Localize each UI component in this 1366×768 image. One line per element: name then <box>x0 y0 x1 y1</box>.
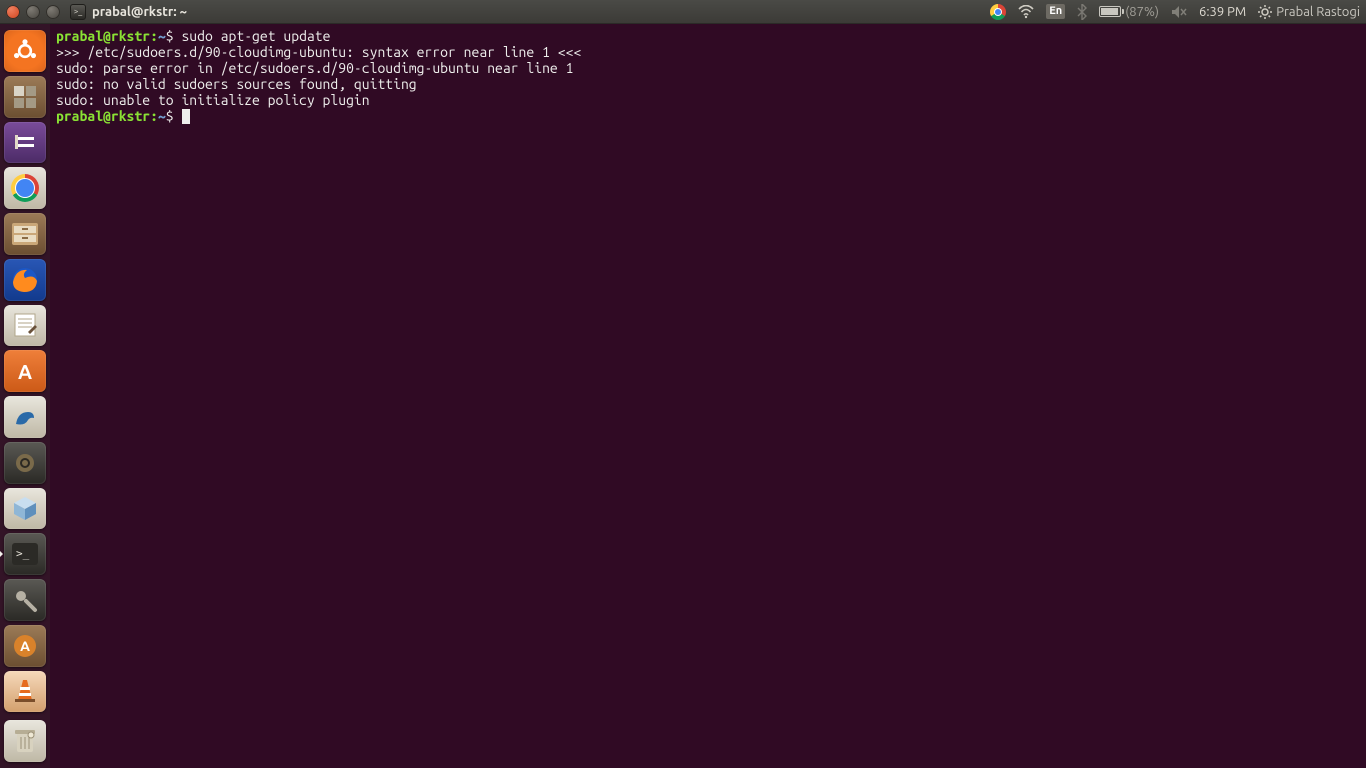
svg-text:A: A <box>20 638 30 654</box>
bluetooth-icon <box>1077 4 1087 20</box>
chrome-icon <box>11 174 39 202</box>
traffic-cone-icon <box>13 678 37 704</box>
terminal-output-line: >>> /etc/sudoers.d/90-cloudimg-ubuntu: s… <box>56 44 581 60</box>
launcher-unknown-purple-app[interactable] <box>4 122 46 164</box>
launcher-vlc[interactable] <box>4 671 46 713</box>
launcher-firefox[interactable] <box>4 259 46 301</box>
ubuntu-logo-icon <box>12 38 38 64</box>
indicator-sound[interactable] <box>1171 5 1187 19</box>
terminal-output-line: sudo: no valid sudoers sources found, qu… <box>56 76 417 92</box>
prompt-path: ~ <box>158 108 166 124</box>
window-minimize-button[interactable] <box>26 5 40 19</box>
terminal-icon: >_ <box>70 4 86 20</box>
firefox-icon <box>10 265 40 295</box>
top-panel: >_ prabal@rkstr: ~ En (87%) <box>0 0 1366 24</box>
cube-icon <box>11 494 39 522</box>
window-controls <box>6 5 60 19</box>
launcher-google-chrome[interactable] <box>4 167 46 209</box>
terminal-window[interactable]: prabal@rkstr:~$ sudo apt-get update >>> … <box>50 24 1366 768</box>
launcher-system-settings[interactable] <box>4 579 46 621</box>
indicator-keyboard[interactable]: En <box>1046 4 1065 19</box>
terminal-output-line: sudo: parse error in /etc/sudoers.d/90-c… <box>56 60 573 76</box>
cog-badge-icon <box>12 450 38 476</box>
update-icon: A <box>12 633 38 659</box>
language-badge: En <box>1046 4 1065 19</box>
launcher-workspace-switcher[interactable] <box>4 76 46 118</box>
indicator-network[interactable] <box>1018 5 1034 19</box>
launcher-mysql-workbench[interactable] <box>4 396 46 438</box>
terminal-icon: >_ <box>11 542 39 566</box>
terminal-command: sudo apt-get update <box>181 28 330 44</box>
prompt-user-host: prabal@rkstr <box>56 108 150 124</box>
unity-launcher: A >_ <box>0 24 50 768</box>
prompt-path: ~ <box>158 28 166 44</box>
indicator-clock[interactable]: 6:39 PM <box>1199 5 1246 19</box>
window-maximize-button[interactable] <box>46 5 60 19</box>
launcher-terminal[interactable]: >_ <box>4 533 46 575</box>
battery-icon <box>1099 6 1121 17</box>
launcher-text-editor[interactable] <box>4 305 46 347</box>
session-user-name: Prabal Rastogi <box>1276 5 1360 19</box>
gear-icon <box>1258 5 1272 19</box>
launcher-virtualbox[interactable] <box>4 488 46 530</box>
svg-text:>_: >_ <box>16 547 30 560</box>
wrench-gear-icon <box>12 587 38 613</box>
battery-percent: (87%) <box>1125 5 1159 19</box>
notepad-icon <box>12 312 38 338</box>
wifi-icon <box>1018 5 1034 19</box>
indicator-battery[interactable]: (87%) <box>1099 5 1159 19</box>
launcher-files[interactable] <box>4 213 46 255</box>
indicator-session[interactable]: Prabal Rastogi <box>1258 5 1360 19</box>
system-indicators: En (87%) 6:39 PM <box>990 4 1360 20</box>
purple-app-icon <box>14 131 36 153</box>
workspace-icon <box>12 84 38 110</box>
launcher-dash[interactable] <box>4 30 46 72</box>
chrome-icon <box>990 4 1006 20</box>
indicator-chrome[interactable] <box>990 4 1006 20</box>
launcher-ide-app[interactable] <box>4 442 46 484</box>
window-title: prabal@rkstr: ~ <box>92 5 187 19</box>
launcher-software-updater[interactable]: A <box>4 625 46 667</box>
letter-a-icon: A <box>18 360 32 383</box>
prompt-user-host: prabal@rkstr <box>56 28 150 44</box>
terminal-cursor <box>182 109 190 124</box>
terminal-output-line: sudo: unable to initialize policy plugin <box>56 92 370 108</box>
trash-icon <box>13 727 37 755</box>
window-close-button[interactable] <box>6 5 20 19</box>
file-cabinet-icon <box>11 222 39 246</box>
launcher-ubuntu-software[interactable]: A <box>4 350 46 392</box>
launcher-trash[interactable] <box>4 720 46 762</box>
volume-icon <box>1171 5 1187 19</box>
dolphin-icon <box>12 404 38 430</box>
indicator-bluetooth[interactable] <box>1077 4 1087 20</box>
clock-text: 6:39 PM <box>1199 5 1246 19</box>
